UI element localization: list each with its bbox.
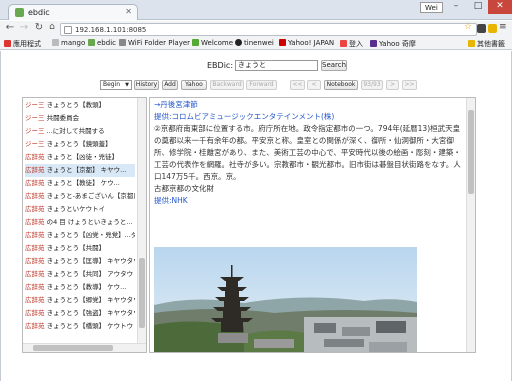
- caption-text: 古都京都の文化財: [154, 184, 214, 193]
- next-page-button[interactable]: >: [386, 80, 399, 90]
- list-item[interactable]: 広辞苑 きょうといケウトイ: [25, 203, 135, 216]
- browser-titlebar: ebdic ✕ Wei – □ ✕: [0, 0, 512, 20]
- page-icon: [52, 39, 59, 46]
- prev-page-button[interactable]: <: [307, 80, 321, 90]
- definition-scroll-thumb[interactable]: [468, 110, 474, 194]
- bookmark-star-icon[interactable]: ☆: [464, 22, 472, 32]
- list-hscroll-thumb[interactable]: [33, 345, 113, 351]
- bookmark-item[interactable]: ebdic: [88, 39, 116, 47]
- bookmark-item[interactable]: 登入: [340, 39, 363, 49]
- search-input[interactable]: きょうと: [235, 60, 318, 71]
- notebook-button[interactable]: Notebook: [324, 80, 358, 90]
- bookmark-item[interactable]: Yahoo! JAPAN: [279, 39, 334, 47]
- minimize-button[interactable]: –: [446, 0, 466, 14]
- list-item[interactable]: 広辞苑 きょうとう【共闘】: [25, 242, 135, 255]
- list-item[interactable]: 広辞苑 きょうとう【共同】 アウタウ: [25, 268, 135, 281]
- list-item[interactable]: 広辞苑 きょうと【教徒】 ケウ...: [25, 177, 135, 190]
- apps-grid-icon: [4, 40, 11, 47]
- forward-button[interactable]: Forward: [246, 80, 277, 90]
- list-horizontal-scrollbar[interactable]: [23, 343, 146, 352]
- list-item[interactable]: 広辞苑 きょうとう【教導】 ケウ...: [25, 281, 135, 294]
- kyoto-photo-image: [154, 247, 417, 352]
- audio-credit-link[interactable]: 提供:コロムビアミュージックエンタテインメント(株): [154, 111, 465, 123]
- extension-icon[interactable]: [477, 24, 486, 33]
- bookmark-item[interactable]: mango: [52, 39, 85, 47]
- mode-select[interactable]: Begin ▼: [100, 80, 132, 90]
- maximize-button[interactable]: □: [468, 0, 488, 14]
- back-icon[interactable]: ←: [4, 22, 16, 33]
- browser-tab[interactable]: ebdic ✕: [8, 4, 138, 20]
- list-item[interactable]: 広辞苑 きょうとう【橋頭】 ケウトウ: [25, 320, 135, 333]
- definition-panel: →丹後宮津節 提供:コロムビアミュージックエンタテインメント(株) ②京都府南東…: [149, 97, 476, 353]
- definition-text: ②京都府南東部に位置する市。府庁所在地。政令指定都市の一つ。794年(延暦13)…: [154, 124, 461, 181]
- list-item[interactable]: 広辞苑 きょうとう【強盗】 キヤウタウ: [25, 307, 135, 320]
- address-bar[interactable]: 192.168.1.101:8085: [60, 23, 477, 36]
- folder-icon: [119, 39, 126, 46]
- chevron-down-icon: ▼: [125, 82, 129, 88]
- list-item-selected[interactable]: 広辞苑 きょうと【京都】 キヤウ...: [25, 164, 135, 177]
- list-item[interactable]: 広辞苑 きょうと-あまございん【京都尼五山】: [25, 190, 135, 203]
- menu-icon[interactable]: ≡: [499, 22, 507, 32]
- backward-button[interactable]: Backward: [210, 80, 244, 90]
- forward-icon[interactable]: →: [18, 22, 30, 33]
- page-icon: [64, 26, 72, 34]
- result-list[interactable]: ジー三 きょうとう【教頭】 ジー三 共闘委員会 ジー三 ...に対して共闘する …: [22, 97, 147, 353]
- home-icon[interactable]: ⌂: [46, 22, 58, 32]
- bookmark-item[interactable]: tinenwei: [235, 39, 274, 47]
- last-page-button[interactable]: >>: [402, 80, 417, 90]
- list-item[interactable]: ジー三 ...に対して共闘する: [25, 125, 135, 138]
- page-counter: 93/93: [361, 80, 383, 90]
- yahoo-icon: [370, 40, 377, 47]
- tab-title: ebdic: [28, 8, 50, 17]
- add-button[interactable]: Add: [162, 80, 178, 90]
- list-item[interactable]: ジー三 きょうとう【教頭】: [25, 99, 135, 112]
- list-item[interactable]: 広辞苑 きょうと【凶徒・兇徒】: [25, 151, 135, 164]
- list-item[interactable]: 広辞苑 きょうとう【郷党】 キヤウタウ: [25, 294, 135, 307]
- list-vertical-scrollbar[interactable]: [137, 98, 146, 345]
- bookmark-item[interactable]: 應用程式: [4, 39, 41, 49]
- url-text: 192.168.1.101:8085: [75, 26, 147, 34]
- yahoo-icon: [279, 39, 286, 46]
- ebdic-icon: [88, 39, 95, 46]
- list-item[interactable]: 広辞苑 きょうとう【匡導】 キヤウタウ: [25, 255, 135, 268]
- history-button[interactable]: History: [134, 80, 159, 90]
- ebdic-favicon-icon: [15, 8, 24, 17]
- extension-icon[interactable]: [488, 24, 497, 33]
- yahoo-button[interactable]: Yahoo: [181, 80, 207, 90]
- search-button[interactable]: Search: [321, 60, 347, 71]
- bookmarks-bar: 應用程式 mango ebdic WiFi Folder Player Welc…: [0, 37, 512, 50]
- definition-vertical-scrollbar[interactable]: [466, 98, 475, 352]
- list-item[interactable]: ジー三 共闘委員会: [25, 112, 135, 125]
- window-close-button[interactable]: ✕: [488, 0, 512, 14]
- browser-toolbar: ← → ↻ ⌂ 192.168.1.101:8085: [0, 21, 512, 37]
- first-page-button[interactable]: <<: [290, 80, 305, 90]
- list-item[interactable]: 広辞苑 の4 目 けょうといきょうと...: [25, 216, 135, 229]
- list-scroll-thumb[interactable]: [139, 258, 145, 328]
- user-badge[interactable]: Wei: [420, 2, 443, 13]
- image-credit-link[interactable]: 提供:NHK: [154, 195, 465, 207]
- bookmark-item[interactable]: Yahoo 奇摩: [370, 39, 416, 49]
- github-icon: [235, 39, 242, 46]
- definition-body: →丹後宮津節 提供:コロムビアミュージックエンタテインメント(株) ②京都府南東…: [154, 99, 465, 207]
- bookmark-item[interactable]: WiFi Folder Player: [119, 39, 190, 47]
- search-label: EBDic:: [207, 61, 234, 70]
- welcome-icon: [192, 39, 199, 46]
- page-content: EBDic: きょうと Search Begin ▼ History Add Ya…: [0, 51, 512, 381]
- reload-icon[interactable]: ↻: [33, 22, 45, 33]
- cross-reference-link[interactable]: →丹後宮津節: [154, 99, 465, 111]
- close-tab-icon[interactable]: ✕: [125, 7, 132, 16]
- bookmark-item[interactable]: 其他書籤: [468, 39, 505, 49]
- folder-icon: [468, 40, 475, 47]
- list-item[interactable]: ジー三 きょうとう【鏡頭蓋】: [25, 138, 135, 151]
- login-icon: [340, 40, 347, 47]
- list-item[interactable]: 広辞苑 きょうとう【凶党・兇党】...ダウ: [25, 229, 135, 242]
- pagoda-illustration: [154, 247, 417, 352]
- bookmark-item[interactable]: Welcome: [192, 39, 233, 47]
